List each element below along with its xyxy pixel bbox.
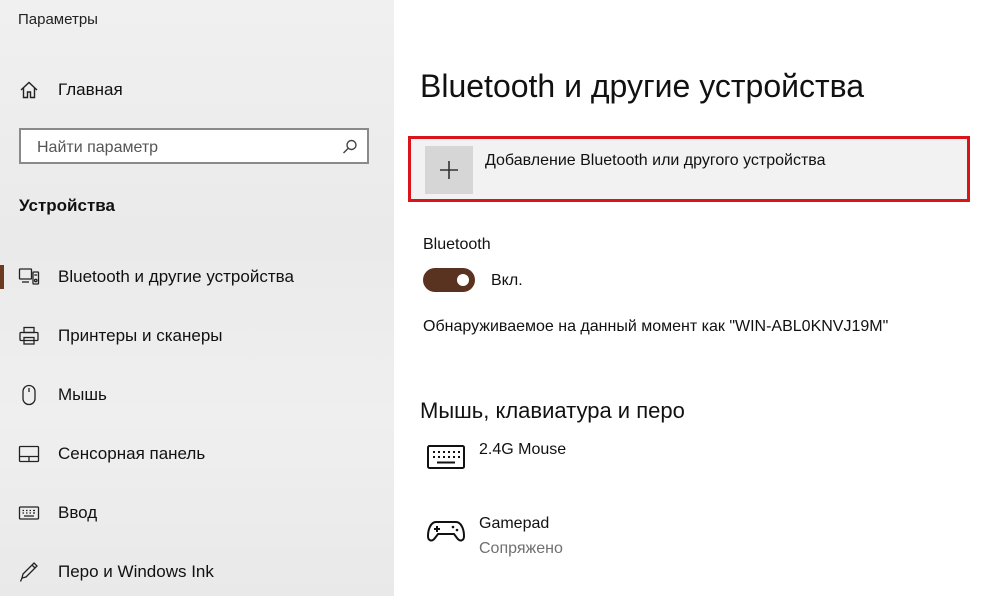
- bluetooth-devices-icon: [18, 266, 40, 288]
- sidebar-item-label: Bluetooth и другие устройства: [58, 267, 294, 286]
- search-box[interactable]: [19, 128, 369, 164]
- keyboard-icon: [18, 502, 40, 524]
- section-title-input-devices: Мышь, клавиатура и перо: [420, 398, 685, 423]
- sidebar-item-label: Перо и Windows Ink: [58, 562, 214, 581]
- sidebar-item-printers[interactable]: Принтеры и сканеры: [0, 316, 394, 356]
- search-input[interactable]: [35, 136, 339, 160]
- sidebar-item-typing[interactable]: Ввод: [0, 493, 394, 533]
- bluetooth-toggle-state: Вкл.: [491, 272, 523, 289]
- main-content: Bluetooth и другие устройства Добавление…: [394, 0, 1000, 596]
- touchpad-icon: [18, 443, 40, 465]
- bluetooth-toggle[interactable]: [423, 268, 475, 292]
- sidebar-item-label: Сенсорная панель: [58, 444, 206, 463]
- device-item-mouse[interactable]: 2.4G Mouse: [420, 441, 820, 497]
- page-title: Bluetooth и другие устройства: [420, 68, 865, 104]
- printer-icon: [18, 325, 40, 347]
- sidebar-item-bluetooth[interactable]: Bluetooth и другие устройства: [0, 257, 394, 297]
- home-icon: [18, 79, 40, 101]
- device-status: Сопряжено: [479, 540, 563, 557]
- pen-icon: [18, 561, 40, 583]
- add-device-label: Добавление Bluetooth или другого устройс…: [485, 152, 826, 169]
- sidebar-item-touchpad[interactable]: Сенсорная панель: [0, 434, 394, 474]
- sidebar-item-label: Мышь: [58, 385, 107, 404]
- toggle-knob: [457, 274, 469, 286]
- sidebar-item-pen[interactable]: Перо и Windows Ink: [0, 552, 394, 592]
- discoverable-text: Обнаруживаемое на данный момент как "WIN…: [423, 318, 889, 335]
- sidebar-item-label: Принтеры и сканеры: [58, 326, 223, 345]
- bluetooth-label: Bluetooth: [423, 236, 491, 253]
- search-icon[interactable]: [341, 138, 359, 156]
- app-title: Параметры: [18, 11, 98, 28]
- device-name: 2.4G Mouse: [479, 441, 567, 458]
- sidebar: Параметры Главная Устройства Bluetooth и…: [0, 0, 394, 596]
- sidebar-item-label: Главная: [58, 80, 123, 99]
- device-item-gamepad[interactable]: Gamepad Сопряжено: [420, 515, 820, 571]
- add-device-button[interactable]: Добавление Bluetooth или другого устройс…: [408, 136, 970, 202]
- keyboard-icon: [426, 441, 466, 473]
- gamepad-icon: [426, 515, 466, 547]
- mouse-icon: [18, 384, 40, 406]
- sidebar-section-title: Устройства: [19, 196, 115, 215]
- device-name: Gamepad: [479, 515, 550, 532]
- sidebar-item-mouse[interactable]: Мышь: [0, 375, 394, 415]
- sidebar-item-home[interactable]: Главная: [0, 70, 394, 110]
- plus-icon: [425, 146, 473, 194]
- sidebar-item-label: Ввод: [58, 503, 98, 522]
